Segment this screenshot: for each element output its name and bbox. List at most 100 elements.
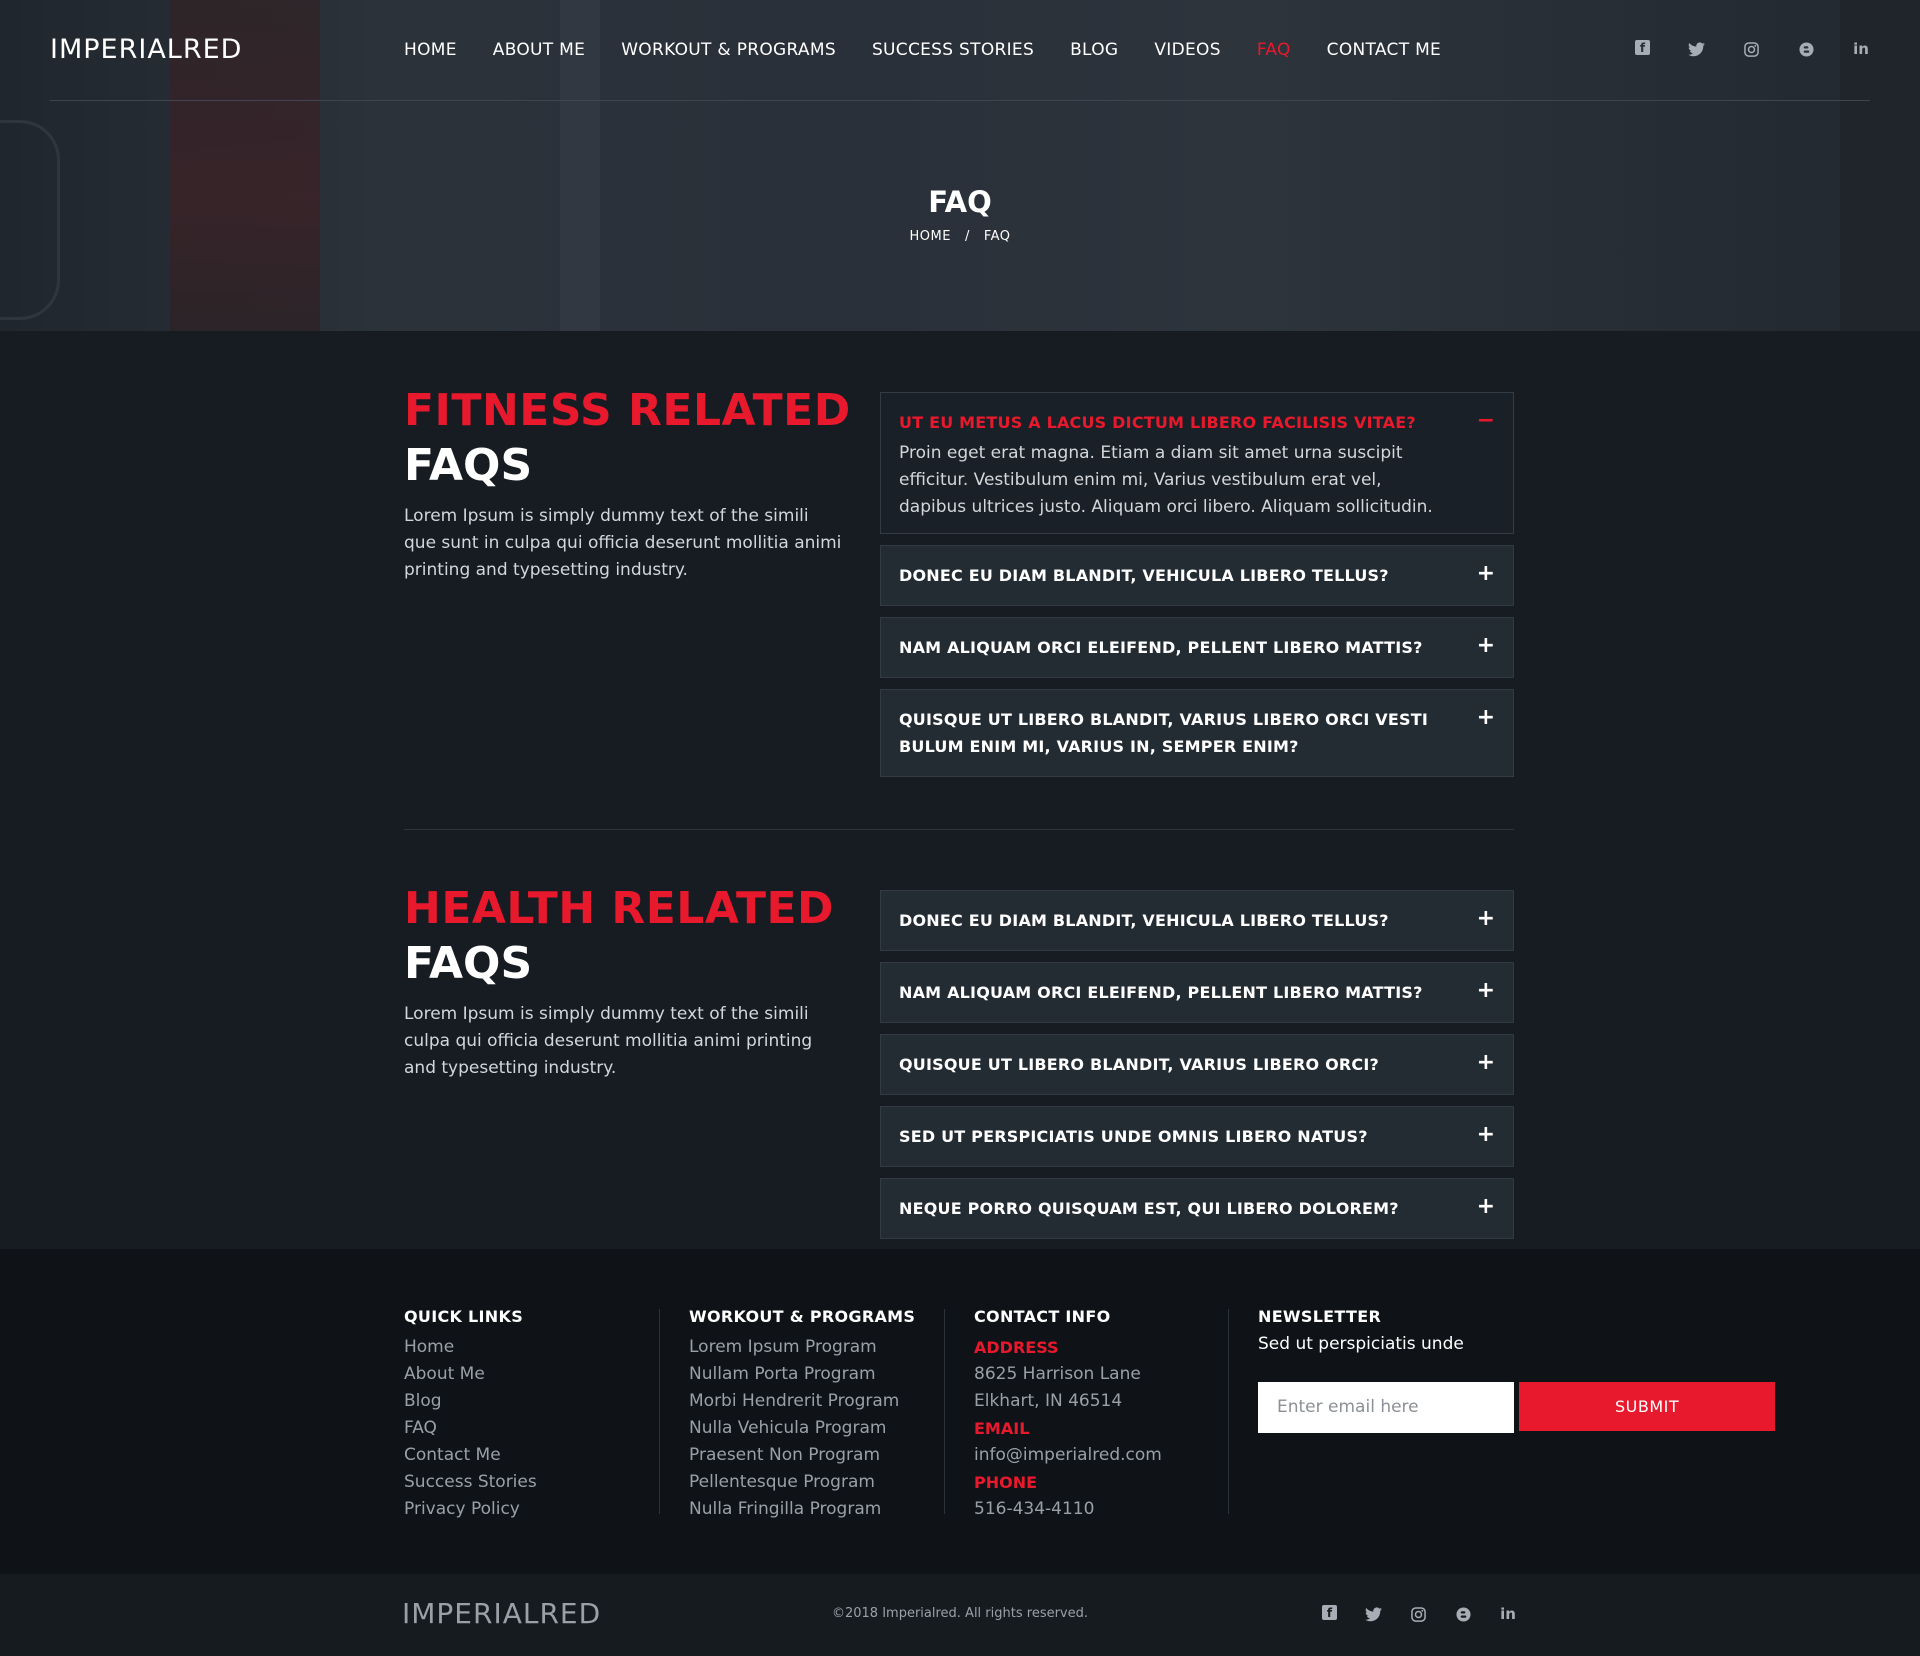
footer-link-home[interactable]: Home <box>404 1334 537 1361</box>
fitness-description: Lorem Ipsum is simply dummy text of the … <box>404 506 842 580</box>
footer-heading: NEWSLETTER <box>1258 1307 1382 1326</box>
breadcrumb-current: FAQ <box>983 229 1011 244</box>
footer-program-link[interactable]: Nulla Fringilla Program <box>689 1496 915 1523</box>
footer-program-link[interactable]: Nullam Porta Program <box>689 1361 915 1388</box>
fitness-faq-intro: FITNESS RELATED FAQS Lorem Ipsum is simp… <box>404 385 850 584</box>
faq-question[interactable]: QUISQUE UT LIBERO BLANDIT, VARIUS LIBERO… <box>881 690 1513 776</box>
faq-item[interactable]: NAM ALIQUAM ORCI ELEIFEND, PELLENT LIBER… <box>880 962 1514 1023</box>
copyright-text: ©2018 Imperialred. All rights reserved. <box>831 1606 1089 1621</box>
nav-faq[interactable]: FAQ <box>1257 40 1291 60</box>
nav-blog[interactable]: BLOG <box>1070 40 1118 60</box>
blogger-icon[interactable] <box>1454 1605 1472 1623</box>
footer-link-blog[interactable]: Blog <box>404 1388 537 1415</box>
nav-home[interactable]: HOME <box>404 40 457 60</box>
footer-divider <box>1228 1309 1229 1514</box>
fitness-accordion: UT EU METUS A LACUS DICTUM LIBERO FACILI… <box>880 392 1514 788</box>
instagram-icon[interactable] <box>1742 40 1760 58</box>
facebook-icon[interactable]: f <box>1322 1605 1337 1620</box>
footer-link-about-me[interactable]: About Me <box>404 1361 537 1388</box>
nav-about-me[interactable]: ABOUT ME <box>493 40 585 60</box>
faq-item[interactable]: NEQUE PORRO QUISQUAM EST, QUI LIBERO DOL… <box>880 1178 1514 1239</box>
fitness-heading-faqs: FAQS <box>404 440 533 491</box>
faq-answer: Proin eget erat magna. Etiam a diam sit … <box>899 443 1433 517</box>
faq-question[interactable]: SED UT PERSPICIATIS UNDE OMNIS LIBERO NA… <box>881 1107 1513 1166</box>
footer-programs: WORKOUT & PROGRAMS Lorem Ipsum Program N… <box>689 1307 915 1523</box>
health-faq-intro: HEALTH RELATED FAQS Lorem Ipsum is simpl… <box>404 883 844 1082</box>
footer-program-link[interactable]: Morbi Hendrerit Program <box>689 1388 915 1415</box>
nav-videos[interactable]: VIDEOS <box>1154 40 1220 60</box>
nav-contact-me[interactable]: CONTACT ME <box>1327 40 1441 60</box>
faq-item[interactable]: UT EU METUS A LACUS DICTUM LIBERO FACILI… <box>880 392 1514 534</box>
faq-item[interactable]: NAM ALIQUAM ORCI ELEIFEND, PELLENT LIBER… <box>880 617 1514 678</box>
page-title: FAQ <box>928 185 992 219</box>
newsletter-email-input[interactable] <box>1258 1381 1514 1433</box>
faq-item[interactable]: DONEC EU DIAM BLANDIT, VEHICULA LIBERO T… <box>880 890 1514 951</box>
header-social-links: f in <box>1598 40 1870 58</box>
footer-program-link[interactable]: Lorem Ipsum Program <box>689 1334 915 1361</box>
footer-quick-links: QUICK LINKS Home About Me Blog FAQ Conta… <box>404 1307 537 1523</box>
blogger-icon[interactable] <box>1797 40 1815 58</box>
footer-divider <box>944 1309 945 1514</box>
breadcrumb-separator: / <box>964 229 970 244</box>
newsletter-submit-button[interactable]: SUBMIT <box>1519 1382 1776 1431</box>
footer-newsletter: NEWSLETTER Sed ut perspiciatis unde SUBM… <box>1258 1307 1776 1433</box>
section-divider <box>404 829 1514 830</box>
linkedin-icon[interactable]: in <box>1499 1605 1517 1623</box>
instagram-icon[interactable] <box>1409 1605 1427 1623</box>
faq-question[interactable]: UT EU METUS A LACUS DICTUM LIBERO FACILI… <box>881 393 1513 440</box>
footer-link-success-stories[interactable]: Success Stories <box>404 1469 537 1496</box>
email-link[interactable]: info@imperialred.com <box>974 1442 1162 1469</box>
footer-link-privacy-policy[interactable]: Privacy Policy <box>404 1496 537 1523</box>
facebook-icon[interactable]: f <box>1635 40 1650 55</box>
linkedin-icon[interactable]: in <box>1852 40 1870 58</box>
expand-icon[interactable]: + <box>1477 1050 1495 1075</box>
health-heading: HEALTH RELATED <box>404 883 835 934</box>
breadcrumb-home[interactable]: HOME <box>909 229 950 244</box>
nav-success-stories[interactable]: SUCCESS STORIES <box>872 40 1034 60</box>
email-label: EMAIL <box>974 1419 1030 1438</box>
twitter-icon[interactable] <box>1687 40 1705 58</box>
faq-item[interactable]: QUISQUE UT LIBERO BLANDIT, VARIUS LIBERO… <box>880 689 1514 777</box>
faq-question[interactable]: QUISQUE UT LIBERO BLANDIT, VARIUS LIBERO… <box>881 1035 1513 1094</box>
hero-background-shape <box>0 120 60 320</box>
footer-heading: QUICK LINKS <box>404 1307 524 1326</box>
address-line: 8625 Harrison Lane <box>974 1364 1141 1384</box>
expand-icon[interactable]: + <box>1477 1194 1495 1219</box>
faq-question[interactable]: DONEC EU DIAM BLANDIT, VEHICULA LIBERO T… <box>881 546 1513 605</box>
health-description: Lorem Ipsum is simply dummy text of the … <box>404 1004 813 1078</box>
expand-icon[interactable]: + <box>1477 906 1495 931</box>
bottom-bar: IMPERIALRED ©2018 Imperialred. All right… <box>0 1574 1920 1656</box>
collapse-icon[interactable]: − <box>1477 408 1495 433</box>
faq-question[interactable]: DONEC EU DIAM BLANDIT, VEHICULA LIBERO T… <box>881 891 1513 950</box>
health-heading-faqs: FAQS <box>404 938 533 989</box>
footer-divider <box>659 1309 660 1514</box>
hero-banner: IMPERIALRED HOME ABOUT ME WORKOUT & PROG… <box>0 0 1920 331</box>
top-navbar: IMPERIALRED HOME ABOUT ME WORKOUT & PROG… <box>50 0 1870 101</box>
footer-social-links: f in <box>1295 1605 1517 1623</box>
footer-heading: WORKOUT & PROGRAMS <box>689 1307 916 1326</box>
faq-item[interactable]: SED UT PERSPICIATIS UNDE OMNIS LIBERO NA… <box>880 1106 1514 1167</box>
expand-icon[interactable]: + <box>1477 1122 1495 1147</box>
breadcrumb: HOME / FAQ <box>0 229 1920 244</box>
expand-icon[interactable]: + <box>1477 561 1495 586</box>
expand-icon[interactable]: + <box>1477 633 1495 658</box>
address-line: Elkhart, IN 46514 <box>974 1391 1123 1411</box>
faq-item[interactable]: QUISQUE UT LIBERO BLANDIT, VARIUS LIBERO… <box>880 1034 1514 1095</box>
faq-question[interactable]: NAM ALIQUAM ORCI ELEIFEND, PELLENT LIBER… <box>881 618 1513 677</box>
expand-icon[interactable]: + <box>1477 978 1495 1003</box>
footer-link-contact-me[interactable]: Contact Me <box>404 1442 537 1469</box>
phone-link[interactable]: 516-434-4110 <box>974 1496 1162 1523</box>
twitter-icon[interactable] <box>1364 1605 1382 1623</box>
phone-label: PHONE <box>974 1473 1038 1492</box>
faq-question[interactable]: NEQUE PORRO QUISQUAM EST, QUI LIBERO DOL… <box>881 1179 1513 1238</box>
footer-program-link[interactable]: Pellentesque Program <box>689 1469 915 1496</box>
footer-program-link[interactable]: Nulla Vehicula Program <box>689 1415 915 1442</box>
footer-program-link[interactable]: Praesent Non Program <box>689 1442 915 1469</box>
health-accordion: DONEC EU DIAM BLANDIT, VEHICULA LIBERO T… <box>880 890 1514 1250</box>
expand-icon[interactable]: + <box>1477 705 1495 730</box>
site-logo[interactable]: IMPERIALRED <box>50 34 242 65</box>
nav-workout-programs[interactable]: WORKOUT & PROGRAMS <box>621 40 836 60</box>
faq-question[interactable]: NAM ALIQUAM ORCI ELEIFEND, PELLENT LIBER… <box>881 963 1513 1022</box>
footer-link-faq[interactable]: FAQ <box>404 1415 537 1442</box>
faq-item[interactable]: DONEC EU DIAM BLANDIT, VEHICULA LIBERO T… <box>880 545 1514 606</box>
